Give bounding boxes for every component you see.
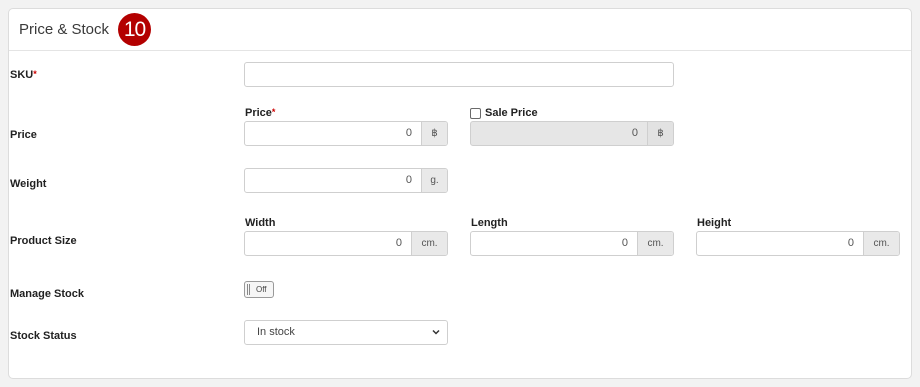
sale-price-value: 0	[631, 127, 638, 139]
toggle-handle	[247, 284, 250, 295]
baht-unit-addon: ฿	[421, 122, 447, 145]
sku-input[interactable]	[244, 62, 674, 87]
chevron-down-icon	[432, 329, 440, 335]
sale-price-input: 0 ฿	[470, 121, 674, 146]
price-value: 0	[405, 127, 412, 139]
manage-stock-toggle[interactable]: Off	[244, 281, 274, 298]
grams-unit-addon: g.	[421, 169, 447, 192]
stock-status-label: Stock Status	[10, 330, 77, 342]
price-input[interactable]: 0 ฿	[244, 121, 448, 146]
height-label: Height	[697, 217, 732, 229]
cm-unit-addon: cm.	[863, 232, 899, 255]
weight-label: Weight	[10, 178, 47, 190]
cm-unit-addon: cm.	[637, 232, 673, 255]
height-value: 0	[847, 237, 854, 249]
baht-unit-addon: ฿	[647, 122, 673, 145]
price-row-label: Price	[10, 129, 37, 141]
toggle-state-text: Off	[256, 285, 267, 294]
length-input[interactable]: 0 cm.	[470, 231, 674, 256]
width-value: 0	[395, 237, 402, 249]
sale-price-label: Sale Price	[485, 107, 538, 119]
sale-price-checkbox[interactable]	[470, 108, 481, 119]
section-title: Price & Stock	[19, 21, 110, 38]
price-field-label: Price*	[245, 107, 276, 119]
weight-value: 0	[405, 174, 412, 186]
required-marker: *	[33, 69, 37, 79]
manage-stock-label: Manage Stock	[10, 288, 84, 300]
product-size-label: Product Size	[10, 235, 77, 247]
weight-input[interactable]: 0 g.	[244, 168, 448, 193]
width-label: Width	[245, 217, 276, 229]
step-number-badge: 10	[118, 13, 151, 46]
length-value: 0	[621, 237, 628, 249]
stock-status-value: In stock	[257, 326, 295, 338]
height-input[interactable]: 0 cm.	[696, 231, 900, 256]
length-label: Length	[471, 217, 508, 229]
required-marker: *	[271, 107, 276, 117]
cm-unit-addon: cm.	[411, 232, 447, 255]
width-input[interactable]: 0 cm.	[244, 231, 448, 256]
stock-status-select[interactable]: In stock	[244, 320, 448, 345]
sku-label: SKU*	[10, 69, 37, 81]
panel-header: Price & Stock 10	[9, 9, 911, 51]
